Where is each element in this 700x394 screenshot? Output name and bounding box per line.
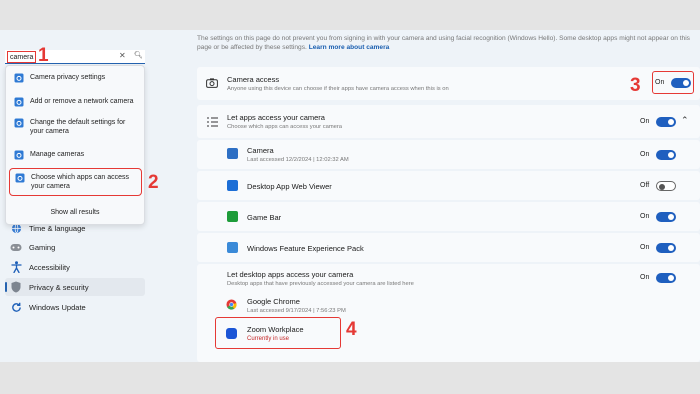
zoom-status: Currently in use [247,336,290,342]
app-row-camera: Camera Last accessed 12/2/2024 | 12:02:3… [197,140,700,169]
camera-settings-icon [14,97,24,107]
main-content: The settings on this page do not prevent… [197,30,700,362]
search-result-label: Add or remove a network camera [30,98,134,105]
sidebar-item-label: Windows Update [29,302,86,312]
let-apps-state: On [640,118,650,125]
annotation-number-4: 4 [346,319,357,340]
desktop-apps-toggle[interactable] [656,273,676,283]
info-text-body: The settings on this page do not prevent… [197,35,690,51]
let-apps-title: Let apps access your camera [227,113,325,122]
camera-access-subtitle: Anyone using this device can choose if t… [227,86,449,92]
app-state: On [640,213,650,220]
search-result-label: Camera privacy settings [30,74,106,81]
app-toggle-web-viewer[interactable] [656,181,676,191]
camera-settings-icon [14,73,24,83]
camera-settings-icon [14,118,24,128]
app-state: Off [640,182,650,189]
search-result-label: Change the default settings for your cam… [30,119,126,135]
feature-pack-app-icon [227,242,238,253]
sidebar-item-accessibility[interactable]: Accessibility [5,258,145,276]
desktop-apps-card: Let desktop apps access your camera Desk… [197,264,700,362]
search-result-item[interactable]: Camera privacy settings [6,73,144,83]
sidebar-item-label: Gaming [29,242,56,252]
camera-access-title: Camera access [227,75,280,84]
shield-icon [10,281,22,293]
search-result-label: Manage cameras [30,151,85,158]
sidebar: Time & language Gaming Accessibility Pri… [0,30,150,362]
app-toggle-feature-pack[interactable] [656,243,676,253]
web-viewer-app-icon [227,180,238,191]
clear-search-icon[interactable]: ✕ [119,51,126,60]
learn-more-link[interactable]: Learn more about camera [309,44,390,51]
app-row-desktop-web-viewer: Desktop App Web Viewer Off [197,171,700,200]
desktop-apps-title: Let desktop apps access your camera [227,270,354,279]
app-name: Camera [247,146,274,155]
search-result-item-choose-apps[interactable]: Choose which apps can access your camera [9,168,142,196]
desktop-apps-subtitle: Desktop apps that have previously access… [227,281,414,287]
search-result-item[interactable]: Add or remove a network camera [6,97,144,107]
sidebar-item-label: Privacy & security [29,282,89,292]
app-detail: Last accessed 12/2/2024 | 12:02:32 AM [247,157,349,163]
let-apps-subtitle: Choose which apps can access your camera [227,124,343,130]
let-apps-card: Let apps access your camera Choose which… [197,105,700,138]
annotation-number-3: 3 [630,75,641,96]
list-icon [207,117,218,127]
desktop-apps-state: On [640,274,650,281]
app-state: On [640,244,650,251]
camera-icon [206,78,218,88]
annotation-number-1: 1 [38,45,49,66]
annotation-number-2: 2 [148,172,159,193]
camera-settings-icon [15,173,25,183]
app-row-game-bar: Game Bar On [197,202,700,231]
app-toggle-camera[interactable] [656,150,676,160]
app-state: On [640,151,650,158]
sidebar-item-gaming[interactable]: Gaming [5,238,145,256]
camera-access-card: Camera access Anyone using this device c… [197,67,700,100]
sidebar-item-privacy-security[interactable]: Privacy & security [5,278,145,296]
zoom-icon [226,328,237,339]
app-name: Game Bar [247,213,282,222]
sidebar-item-windows-update[interactable]: Windows Update [5,298,145,316]
search-query: camera [7,51,37,63]
search-result-item[interactable]: Manage cameras [6,150,144,160]
search-icon[interactable]: 🔍︎ [134,51,143,59]
camera-app-icon [227,148,238,159]
search-results-dropdown: Camera privacy settings Add or remove a … [5,65,145,225]
app-name: Desktop App Web Viewer [247,182,332,191]
sidebar-item-label: Accessibility [29,262,70,272]
let-apps-toggle[interactable] [656,117,676,127]
app-toggle-game-bar[interactable] [656,212,676,222]
info-text: The settings on this page do not prevent… [197,34,697,52]
gamepad-icon [10,241,22,253]
chrome-name: Google Chrome [247,297,300,306]
camera-settings-icon [14,150,24,160]
accessibility-icon [10,261,22,273]
zoom-name: Zoom Workplace [247,325,304,334]
update-icon [10,301,22,313]
app-row-feature-pack: Windows Feature Experience Pack On [197,233,700,262]
game-bar-app-icon [227,211,238,222]
chrome-detail: Last accessed 9/17/2024 | 7:56:23 PM [247,308,346,314]
show-all-results-link[interactable]: Show all results [6,209,144,216]
search-input[interactable]: camera ✕ 🔍︎ [5,50,145,64]
chrome-icon [226,299,237,310]
app-name: Windows Feature Experience Pack [247,244,364,253]
highlight-box [652,71,694,94]
settings-window: Time & language Gaming Accessibility Pri… [0,30,700,362]
search-result-label: Choose which apps can access your camera [31,174,130,190]
search-result-item[interactable]: Change the default settings for your cam… [6,118,144,136]
chevron-up-icon[interactable]: ⌃ [681,115,689,126]
